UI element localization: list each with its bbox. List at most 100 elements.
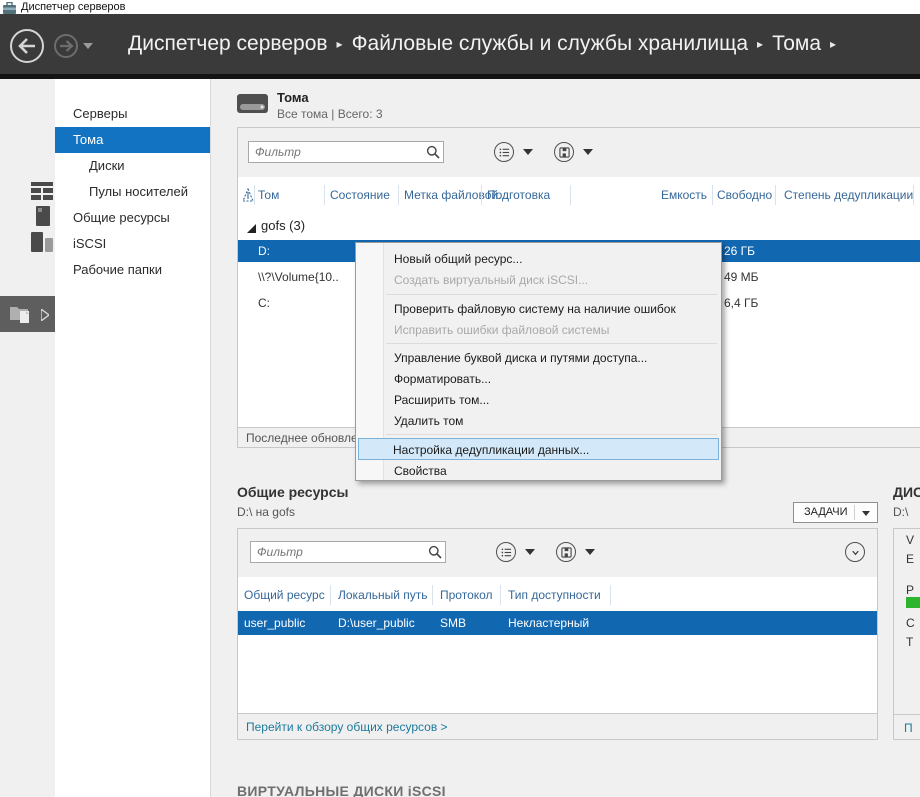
file-storage-services-icon <box>9 302 33 331</box>
sidebar-item-storage-pools[interactable]: Пулы носителей <box>55 179 210 205</box>
column-divider <box>481 185 482 205</box>
column-header-capacity[interactable]: Емкость <box>600 183 707 207</box>
column-divider <box>432 585 433 605</box>
left-icon-rail <box>0 79 55 797</box>
volume-group-label[interactable]: gofs (3) <box>261 214 305 238</box>
column-divider <box>254 185 255 205</box>
disk-panel-subtitle: D:\ <box>893 505 908 519</box>
sort-filter-icon <box>242 188 254 208</box>
window-titlebar: Диспетчер серверов <box>0 0 920 14</box>
back-icon[interactable] <box>10 29 44 63</box>
volume-context-menu: Новый общий ресурс... Создать виртуальны… <box>355 242 722 481</box>
menu-item-scan-filesystem[interactable]: Проверить файловую систему на наличие ош… <box>394 299 714 320</box>
capacity-bar <box>906 597 920 608</box>
flyout-arrow-icon <box>41 308 49 326</box>
disk-info-fragment: С <box>906 616 915 630</box>
volume-name: \\?\Volume{10.. <box>258 266 339 288</box>
column-header-free[interactable]: Свободно <box>717 183 772 207</box>
shares-overview-link[interactable]: Перейти к обзору общих ресурсов > <box>246 720 448 734</box>
volume-name: C: <box>258 292 270 314</box>
column-header-volume[interactable]: Том <box>258 183 279 207</box>
sidebar-item-work-folders[interactable]: Рабочие папки <box>55 257 210 283</box>
menu-separator <box>386 434 717 435</box>
share-local-path: D:\user_public <box>338 611 415 635</box>
breadcrumb-separator-icon: ▸ <box>830 37 836 51</box>
volume-name: D: <box>258 240 270 262</box>
save-caret-icon[interactable] <box>585 549 595 555</box>
column-header-availability[interactable]: Тип доступности <box>508 583 601 607</box>
sidebar-item-servers[interactable]: Серверы <box>55 101 210 127</box>
menu-item-delete-volume[interactable]: Удалить том <box>394 411 714 432</box>
list-view-icon[interactable] <box>494 142 514 162</box>
list-view-caret-icon[interactable] <box>525 549 535 555</box>
sidebar-item-iscsi[interactable]: iSCSI <box>55 231 210 257</box>
column-divider <box>610 585 611 605</box>
disk-panel: V Е Р С Т П <box>893 528 920 740</box>
dashboard-icon[interactable] <box>31 182 53 205</box>
breadcrumb-volumes[interactable]: Тома <box>772 32 821 55</box>
column-divider <box>330 585 331 605</box>
shares-section-subtitle: D:\ на gofs <box>237 505 295 519</box>
disk-overview-link[interactable]: П <box>904 721 913 735</box>
shares-section-title: Общие ресурсы <box>237 484 348 500</box>
menu-item-extend-volume[interactable]: Расширить том... <box>394 390 714 411</box>
volumes-filter-input[interactable] <box>248 141 444 163</box>
column-header-status[interactable]: Состояние <box>330 183 390 207</box>
group-collapse-icon[interactable] <box>247 220 256 238</box>
menu-item-new-share[interactable]: Новый общий ресурс... <box>394 249 714 270</box>
column-header-local-path[interactable]: Локальный путь <box>338 583 428 607</box>
sidebar-item-disks[interactable]: Диски <box>55 153 210 179</box>
window-title: Диспетчер серверов <box>21 0 126 14</box>
volume-free-space: 26 ГБ <box>724 240 755 262</box>
list-view-caret-icon[interactable] <box>523 149 533 155</box>
column-header-dedup[interactable]: Степень дедупликации <box>784 183 913 207</box>
sidebar-item-volumes[interactable]: Тома <box>55 127 210 153</box>
menu-item-manage-drive-letter[interactable]: Управление буквой диска и путями доступа… <box>394 348 714 369</box>
file-storage-services-rail-item[interactable] <box>0 296 55 332</box>
all-servers-icon[interactable] <box>31 232 53 257</box>
search-icon[interactable] <box>428 545 442 559</box>
menu-separator <box>386 343 717 344</box>
disk-footer-bar: П <box>894 714 920 740</box>
column-divider <box>570 185 571 205</box>
share-availability: Некластерный <box>508 611 589 635</box>
save-icon[interactable] <box>554 142 574 162</box>
list-view-icon[interactable] <box>496 542 516 562</box>
tasks-button-label: ЗАДАЧИ <box>804 506 848 518</box>
tasks-button[interactable]: ЗАДАЧИ <box>793 502 878 523</box>
menu-item-properties[interactable]: Свойства <box>394 461 714 482</box>
disk-info-fragment: Р <box>906 583 914 597</box>
menu-item-configure-deduplication[interactable]: Настройка дедупликации данных... <box>358 438 719 460</box>
column-header-share[interactable]: Общий ресурс <box>244 583 325 607</box>
share-protocol: SMB <box>440 611 466 635</box>
column-header-protocol[interactable]: Протокол <box>440 583 493 607</box>
disk-info-fragment: V <box>906 533 914 547</box>
menu-separator <box>386 294 717 295</box>
menu-item-format[interactable]: Форматировать... <box>394 369 714 390</box>
nav-history-caret-icon[interactable] <box>83 43 93 49</box>
breadcrumb-file-storage-services[interactable]: Файловые службы и службы хранилища <box>352 32 748 55</box>
column-divider <box>324 185 325 205</box>
collapse-panel-icon[interactable] <box>845 542 865 562</box>
menu-item-new-iscsi-disk: Создать виртуальный диск iSCSI... <box>394 270 714 291</box>
breadcrumb-separator-icon: ▸ <box>757 37 763 51</box>
breadcrumb-separator-icon: ▸ <box>337 37 343 51</box>
disk-info-fragment: Е <box>906 552 914 566</box>
table-row-share[interactable]: user_public D:\user_public SMB Некластер… <box>238 611 877 635</box>
sidebar-item-shares[interactable]: Общие ресурсы <box>55 205 210 231</box>
shares-footer-bar: Перейти к обзору общих ресурсов > <box>238 713 877 739</box>
tasks-button-divider <box>854 505 855 520</box>
shares-filter-input[interactable] <box>250 541 446 563</box>
save-caret-icon[interactable] <box>583 149 593 155</box>
save-icon[interactable] <box>556 542 576 562</box>
column-divider <box>500 585 501 605</box>
volume-icon <box>237 92 268 120</box>
forward-icon[interactable] <box>54 34 78 58</box>
volumes-panel-subtitle: Все тома | Всего: 3 <box>277 107 383 121</box>
column-divider <box>775 185 776 205</box>
column-header-provisioning[interactable]: Подготовка <box>487 183 550 207</box>
search-icon[interactable] <box>426 145 440 159</box>
breadcrumb-server-manager[interactable]: Диспетчер серверов <box>128 32 328 55</box>
local-server-icon[interactable] <box>36 206 50 231</box>
column-divider <box>913 185 914 205</box>
